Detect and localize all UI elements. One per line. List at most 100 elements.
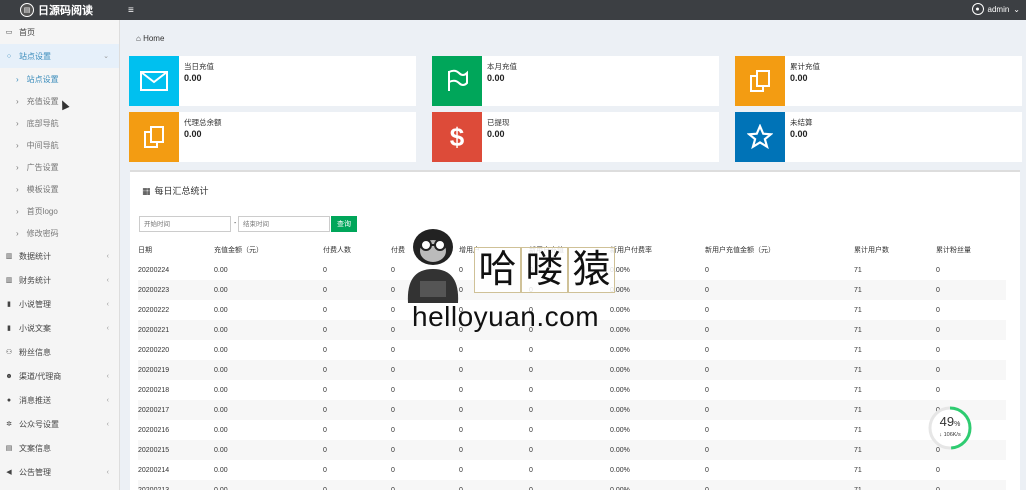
sidebar-subitem-bottom-nav[interactable]: › 底部导航 xyxy=(0,112,119,134)
table-cell: 0.00% xyxy=(610,360,705,380)
top-bar: ▤ 日源码阅读 ≡ ● admin ⌄ xyxy=(0,0,1026,20)
table-cell: 0 xyxy=(459,280,529,300)
table-cell: 0.00% xyxy=(610,466,630,474)
table-row: 20200218 0.00 0 0 0 0 0.00% 0 71 0 xyxy=(138,380,1006,400)
table-row: 20200224 0.00 0 0 0 0 0.00% 0 71 0 xyxy=(138,260,1006,280)
sidebar-subitem-template-settings[interactable]: › 模板设置 xyxy=(0,178,119,200)
table-cell: 0 xyxy=(529,400,610,420)
sidebar-subitem-change-password[interactable]: › 修改密码 xyxy=(0,222,119,244)
sidebar-subitem-site-settings[interactable]: › 站点设置 xyxy=(0,68,119,90)
bar-chart-icon: ▥ xyxy=(5,277,13,284)
table-cell: 0 xyxy=(529,426,533,434)
sidebar-item-novel-copy[interactable]: ▮ 小说文案 ‹ xyxy=(0,316,119,340)
chevron-left-icon: ‹ xyxy=(106,324,109,332)
breadcrumb-label: Home xyxy=(143,34,165,43)
sidebar-item-copy-info[interactable]: ▤ 文案信息 xyxy=(0,436,119,460)
table-cell: 0 xyxy=(936,306,940,314)
sidebar-item-data-stats[interactable]: ▥ 数据统计 ‹ xyxy=(0,244,119,268)
sidebar-item-announcements[interactable]: ◀ 公告管理 ‹ xyxy=(0,460,119,484)
table-cell: 0 xyxy=(323,306,327,314)
table-cell: 0 xyxy=(323,346,327,354)
table-cell: 20200216 xyxy=(138,426,170,434)
sidebar-item-finance-stats[interactable]: ▥ 财务统计 ‹ xyxy=(0,268,119,292)
bullhorn-icon: ◀ xyxy=(6,469,12,476)
breadcrumb[interactable]: ⌂ Home xyxy=(136,34,164,43)
table-cell: 0 xyxy=(705,280,854,300)
table-cell: 0.00 xyxy=(214,440,323,460)
table-cell: 0 xyxy=(705,360,854,380)
sidebar-item-site-settings[interactable]: ○ 站点设置 ⌄ xyxy=(0,44,119,68)
calendar-icon: ▦ xyxy=(142,186,151,196)
table-cell: 0.00% xyxy=(610,266,630,274)
sidebar-item-messages[interactable]: ● 消息推送 ‹ xyxy=(0,388,119,412)
table-cell: 0.00 xyxy=(214,360,323,380)
table-row: 20200215 0.00 0 0 0 0 0.00% 0 71 0 xyxy=(138,440,1006,460)
stat-card-label: 代理总余额 xyxy=(184,118,222,127)
sidebar-subitem-middle-nav[interactable]: › 中间导航 xyxy=(0,134,119,156)
table-cell: 20200214 xyxy=(138,466,170,474)
sidebar-item-label: 小说文案 xyxy=(19,323,51,333)
brand[interactable]: ▤ 日源码阅读 xyxy=(0,2,120,18)
table-cell: 0 xyxy=(323,280,391,300)
stat-card-label: 已提现 xyxy=(487,118,510,127)
table-cell: 0.00 xyxy=(214,320,323,340)
table-cell: 0.00 xyxy=(214,466,228,474)
date-separator: - xyxy=(234,220,237,227)
sidebar-item-label: 消息推送 xyxy=(19,395,51,405)
stat-card-today-recharge: 当日充值 0.00 xyxy=(129,56,416,106)
table-row: 202002160.0000000.00%0710 xyxy=(138,420,1006,440)
start-date-input[interactable] xyxy=(139,216,231,232)
sidebar-subitem-label: 底部导航 xyxy=(26,118,59,128)
chevron-left-icon: ‹ xyxy=(106,468,109,476)
table-cell: 0.00 xyxy=(214,266,228,274)
table-cell: 0 xyxy=(459,400,529,420)
table-cell: 71 xyxy=(854,400,936,420)
sidebar-subitem-home-logo[interactable]: › 首页logo xyxy=(0,200,119,222)
envelope-icon xyxy=(129,56,179,106)
table-cell: 0 xyxy=(529,346,533,354)
sidebar-subitem-label: 首页logo xyxy=(26,206,58,216)
chevron-left-icon: ‹ xyxy=(106,420,109,428)
table-cell: 0 xyxy=(391,346,395,354)
table-cell: 0 xyxy=(323,480,391,490)
stat-card-label: 未结算 xyxy=(790,118,813,127)
sidebar-subitem-ad-settings[interactable]: › 广告设置 xyxy=(0,156,119,178)
table-cell: 0 xyxy=(323,386,327,394)
table-cell: 0 xyxy=(529,266,533,274)
sidebar-item-wechat-settings[interactable]: ✲ 公众号设置 ‹ xyxy=(0,412,119,436)
home-icon: ▭ xyxy=(5,29,13,36)
network-speed-widget[interactable]: 49% ↓ 106K/s xyxy=(927,405,973,451)
menu-toggle-icon[interactable]: ≡ xyxy=(128,5,134,16)
table-cell: 71 xyxy=(854,440,936,460)
sidebar-subitem-label: 中间导航 xyxy=(26,140,59,150)
query-button[interactable]: 查询 xyxy=(331,216,357,232)
sidebar-item-channels[interactable]: ☻ 渠道/代理商 ‹ xyxy=(0,364,119,388)
end-date-input[interactable] xyxy=(238,216,330,232)
files-icon xyxy=(129,112,179,162)
table-cell: 0 xyxy=(529,306,533,314)
table-cell: 0 xyxy=(459,480,529,490)
sidebar-item-novel-management[interactable]: ▮ 小说管理 ‹ xyxy=(0,292,119,316)
chevron-right-icon: › xyxy=(16,162,19,172)
stat-card-label: 累计充值 xyxy=(790,62,820,71)
table-cell: 0 xyxy=(459,360,529,380)
sidebar-item-fans[interactable]: ⚇ 粉丝信息 xyxy=(0,340,119,364)
table-cell: 0 xyxy=(529,280,610,300)
column-header: 新用户付费率 xyxy=(610,247,652,254)
table-cell: 20200222 xyxy=(138,306,170,314)
user-menu[interactable]: ● admin ⌄ xyxy=(971,3,1020,15)
table-cell: 0 xyxy=(323,266,327,274)
table-cell: 20200220 xyxy=(138,346,170,354)
table-cell: 0 xyxy=(459,466,463,474)
chevron-right-icon: › xyxy=(16,74,19,84)
sidebar-item-home[interactable]: ▭ 首页 xyxy=(0,20,119,44)
column-header: 增用户 xyxy=(459,247,480,254)
table-row: 20200214 0.00 0 0 0 0 0.00% 0 71 0 xyxy=(138,460,1006,480)
table-cell: 71 xyxy=(854,320,936,340)
chevron-left-icon: ‹ xyxy=(106,252,109,260)
main-content: ⌂ Home 当日充值 0.00 本月充值 0.00 累计充值 0.00 代理总… xyxy=(120,20,1026,490)
stat-card-total-recharge: 累计充值 0.00 xyxy=(735,56,1022,106)
table-cell: 0 xyxy=(391,480,459,490)
column-header: 新用户充值金额（元） xyxy=(705,247,775,254)
user-name: admin xyxy=(987,4,1010,14)
